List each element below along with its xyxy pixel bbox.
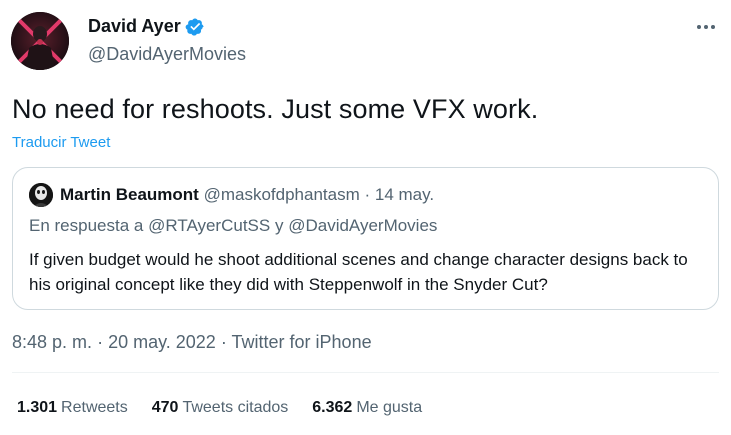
author-name-row: David Ayer (88, 16, 205, 37)
quoted-author-avatar[interactable] (29, 183, 53, 207)
retweets-stat[interactable]: 1.301 Retweets (17, 399, 128, 417)
divider-top (12, 372, 719, 373)
likes-stat[interactable]: 6.362 Me gusta (312, 399, 422, 417)
likes-label: Me gusta (356, 399, 423, 416)
quoted-tweet-text: If given budget would he shoot additiona… (29, 250, 688, 294)
meta-separator-2: · (220, 332, 227, 352)
quoted-header: Martin Beaumont @maskofdphantasm · 14 ma… (60, 185, 434, 205)
author-name[interactable]: David Ayer (88, 16, 181, 37)
tweet-stats: 1.301 Retweets 470 Tweets citados 6.362 Me … (17, 399, 446, 417)
quoted-author-handle[interactable]: @maskofdphantasm (204, 185, 360, 204)
quote-tweets-stat[interactable]: 470 Tweets citados (152, 399, 289, 417)
reply-mention-rtayercutss[interactable]: @RTAyerCutSS (148, 216, 270, 235)
tweet-time[interactable]: 8:48 p. m. (12, 332, 92, 352)
reply-mention-davidayermovies[interactable]: @DavidAyerMovies (288, 216, 437, 235)
reply-join: y (274, 216, 284, 235)
author-handle[interactable]: @DavidAyerMovies (88, 44, 246, 65)
quoted-avatar-image (29, 183, 53, 207)
more-options-icon[interactable] (695, 16, 717, 38)
avatar-image (11, 12, 69, 70)
author-avatar[interactable] (11, 12, 69, 70)
verified-badge-icon (185, 17, 205, 37)
likes-count: 6.362 (312, 399, 353, 416)
retweets-count: 1.301 (17, 399, 58, 416)
tweet-date[interactable]: 20 may. 2022 (108, 332, 216, 352)
quoted-date[interactable]: 14 may. (375, 185, 434, 204)
translate-tweet-link[interactable]: Traducir Tweet (12, 134, 110, 151)
quoted-tweet[interactable]: Martin Beaumont @maskofdphantasm · 14 ma… (12, 167, 719, 310)
tweet-text: No need for reshoots. Just some VFX work… (12, 94, 539, 124)
reply-prefix: En respuesta a (29, 216, 144, 235)
quoted-author-name[interactable]: Martin Beaumont (60, 185, 199, 204)
tweet-detail: David Ayer @DavidAyerMovies No need for … (0, 0, 731, 435)
tweet-meta: 8:48 p. m. · 20 may. 2022 · Twitter for … (12, 332, 372, 353)
quoted-reply-context: En respuesta a @RTAyerCutSS y @DavidAyer… (29, 216, 437, 236)
quoted-separator: · (364, 185, 371, 204)
retweets-label: Retweets (61, 399, 128, 416)
tweet-source[interactable]: Twitter for iPhone (232, 332, 372, 352)
quote-tweets-count: 470 (151, 399, 179, 416)
meta-separator-1: · (97, 332, 104, 352)
quote-tweets-label: Tweets citados (182, 399, 289, 416)
